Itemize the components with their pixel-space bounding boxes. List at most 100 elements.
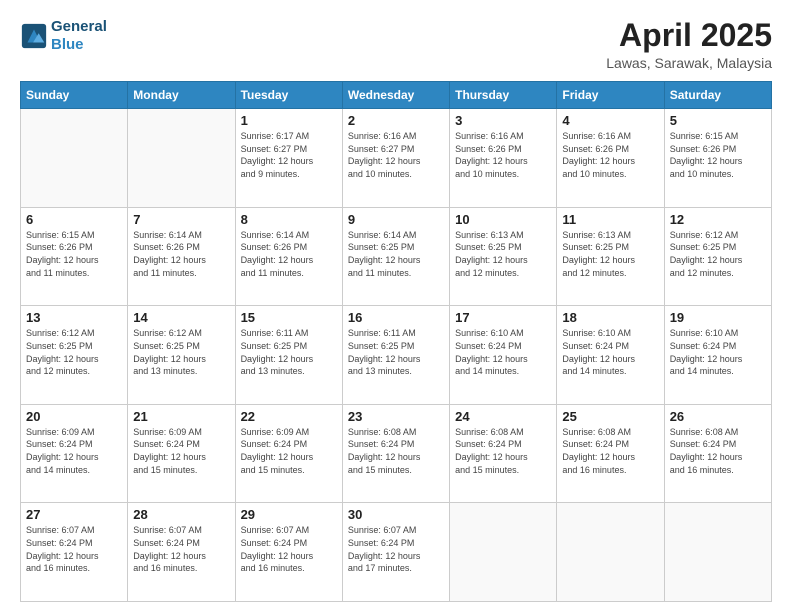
table-row: 3Sunrise: 6:16 AMSunset: 6:26 PMDaylight… <box>450 109 557 208</box>
table-row: 26 Sunrise: 6:08 AMSunset: 6:24 PMDayligh… <box>664 404 771 503</box>
day-info: Sunrise: 6:07 AMSunset: 6:24 PMDaylight:… <box>348 524 444 574</box>
day-info: Sunrise: 6:12 AMSunset: 6:25 PMDaylight:… <box>26 327 122 377</box>
logo: General Blue <box>20 18 107 54</box>
table-row: 7Sunrise: 6:14 AMSunset: 6:26 PMDaylight… <box>128 207 235 306</box>
day-info: Sunrise: 6:10 AMSunset: 6:24 PMDaylight:… <box>562 327 658 377</box>
table-row: 23 Sunrise: 6:08 AMSunset: 6:24 PMDayligh… <box>342 404 449 503</box>
col-saturday: Saturday <box>664 82 771 109</box>
day-info: Sunrise: 6:07 AMSunset: 6:24 PMDaylight:… <box>133 524 229 574</box>
day-info: Sunrise: 6:17 AMSunset: 6:27 PMDaylight:… <box>241 130 337 180</box>
day-info: Sunrise: 6:07 AMSunset: 6:24 PMDaylight:… <box>241 524 337 574</box>
day-number: 20 <box>26 409 122 424</box>
day-info: Sunrise: 6:16 AMSunset: 6:26 PMDaylight:… <box>455 130 551 180</box>
day-number: 13 <box>26 310 122 325</box>
calendar-week-row: 20 Sunrise: 6:09 AMSunset: 6:24 PMDayligh… <box>21 404 772 503</box>
day-info: Sunrise: 6:07 AMSunset: 6:24 PMDaylight:… <box>26 524 122 574</box>
day-info: Sunrise: 6:13 AMSunset: 6:25 PMDaylight:… <box>455 229 551 279</box>
day-number: 11 <box>562 212 658 227</box>
day-number: 10 <box>455 212 551 227</box>
day-number: 7 <box>133 212 229 227</box>
table-row: 18 Sunrise: 6:10 AMSunset: 6:24 PMDayligh… <box>557 306 664 405</box>
day-number: 6 <box>26 212 122 227</box>
table-row: 19 Sunrise: 6:10 AMSunset: 6:24 PMDayligh… <box>664 306 771 405</box>
day-info: Sunrise: 6:09 AMSunset: 6:24 PMDaylight:… <box>241 426 337 476</box>
day-info: Sunrise: 6:08 AMSunset: 6:24 PMDaylight:… <box>562 426 658 476</box>
header: General Blue April 2025 Lawas, Sarawak, … <box>20 18 772 71</box>
day-info: Sunrise: 6:09 AMSunset: 6:24 PMDaylight:… <box>26 426 122 476</box>
day-number: 24 <box>455 409 551 424</box>
day-number: 21 <box>133 409 229 424</box>
day-info: Sunrise: 6:08 AMSunset: 6:24 PMDaylight:… <box>670 426 766 476</box>
day-number: 16 <box>348 310 444 325</box>
day-info: Sunrise: 6:11 AMSunset: 6:25 PMDaylight:… <box>241 327 337 377</box>
col-thursday: Thursday <box>450 82 557 109</box>
table-row: 21 Sunrise: 6:09 AMSunset: 6:24 PMDayligh… <box>128 404 235 503</box>
day-info: Sunrise: 6:09 AMSunset: 6:24 PMDaylight:… <box>133 426 229 476</box>
day-number: 14 <box>133 310 229 325</box>
col-monday: Monday <box>128 82 235 109</box>
day-number: 25 <box>562 409 658 424</box>
calendar-table: Sunday Monday Tuesday Wednesday Thursday… <box>20 81 772 602</box>
table-row <box>557 503 664 602</box>
day-info: Sunrise: 6:12 AMSunset: 6:25 PMDaylight:… <box>670 229 766 279</box>
day-number: 5 <box>670 113 766 128</box>
table-row: 11 Sunrise: 6:13 AMSunset: 6:25 PMDayligh… <box>557 207 664 306</box>
col-sunday: Sunday <box>21 82 128 109</box>
table-row: 17 Sunrise: 6:10 AMSunset: 6:24 PMDayligh… <box>450 306 557 405</box>
table-row: 1 Sunrise: 6:17 AMSunset: 6:27 PMDaylight… <box>235 109 342 208</box>
table-row: 24 Sunrise: 6:08 AMSunset: 6:24 PMDayligh… <box>450 404 557 503</box>
day-number: 23 <box>348 409 444 424</box>
day-number: 30 <box>348 507 444 522</box>
table-row: 9 Sunrise: 6:14 AMSunset: 6:25 PMDaylight… <box>342 207 449 306</box>
day-number: 9 <box>348 212 444 227</box>
calendar-week-row: 6 Sunrise: 6:15 AMSunset: 6:26 PMDaylight… <box>21 207 772 306</box>
day-info: Sunrise: 6:10 AMSunset: 6:24 PMDaylight:… <box>455 327 551 377</box>
table-row: 28Sunrise: 6:07 AMSunset: 6:24 PMDayligh… <box>128 503 235 602</box>
location: Lawas, Sarawak, Malaysia <box>606 55 772 71</box>
table-row: 5Sunrise: 6:15 AMSunset: 6:26 PMDaylight… <box>664 109 771 208</box>
day-number: 8 <box>241 212 337 227</box>
calendar-week-row: 1 Sunrise: 6:17 AMSunset: 6:27 PMDaylight… <box>21 109 772 208</box>
day-number: 1 <box>241 113 337 128</box>
col-tuesday: Tuesday <box>235 82 342 109</box>
page: General Blue April 2025 Lawas, Sarawak, … <box>0 0 792 612</box>
day-number: 18 <box>562 310 658 325</box>
table-row: 14 Sunrise: 6:12 AMSunset: 6:25 PMDayligh… <box>128 306 235 405</box>
table-row: 15 Sunrise: 6:11 AMSunset: 6:25 PMDayligh… <box>235 306 342 405</box>
day-info: Sunrise: 6:14 AMSunset: 6:26 PMDaylight:… <box>241 229 337 279</box>
day-info: Sunrise: 6:16 AMSunset: 6:26 PMDaylight:… <box>562 130 658 180</box>
day-number: 26 <box>670 409 766 424</box>
day-info: Sunrise: 6:12 AMSunset: 6:25 PMDaylight:… <box>133 327 229 377</box>
calendar-week-row: 27Sunrise: 6:07 AMSunset: 6:24 PMDayligh… <box>21 503 772 602</box>
col-wednesday: Wednesday <box>342 82 449 109</box>
day-number: 12 <box>670 212 766 227</box>
day-info: Sunrise: 6:13 AMSunset: 6:25 PMDaylight:… <box>562 229 658 279</box>
table-row: 22 Sunrise: 6:09 AMSunset: 6:24 PMDayligh… <box>235 404 342 503</box>
table-row: 10 Sunrise: 6:13 AMSunset: 6:25 PMDayligh… <box>450 207 557 306</box>
day-number: 15 <box>241 310 337 325</box>
table-row <box>450 503 557 602</box>
calendar-header-row: Sunday Monday Tuesday Wednesday Thursday… <box>21 82 772 109</box>
table-row <box>21 109 128 208</box>
table-row <box>664 503 771 602</box>
day-number: 19 <box>670 310 766 325</box>
day-info: Sunrise: 6:14 AMSunset: 6:25 PMDaylight:… <box>348 229 444 279</box>
table-row: 27Sunrise: 6:07 AMSunset: 6:24 PMDayligh… <box>21 503 128 602</box>
logo-text: General Blue <box>51 18 107 54</box>
logo-icon <box>20 22 48 50</box>
day-info: Sunrise: 6:10 AMSunset: 6:24 PMDaylight:… <box>670 327 766 377</box>
day-number: 22 <box>241 409 337 424</box>
day-info: Sunrise: 6:08 AMSunset: 6:24 PMDaylight:… <box>348 426 444 476</box>
table-row: 25 Sunrise: 6:08 AMSunset: 6:24 PMDayligh… <box>557 404 664 503</box>
day-number: 29 <box>241 507 337 522</box>
day-number: 17 <box>455 310 551 325</box>
month-title: April 2025 <box>606 18 772 53</box>
table-row: 29 Sunrise: 6:07 AMSunset: 6:24 PMDayligh… <box>235 503 342 602</box>
title-area: April 2025 Lawas, Sarawak, Malaysia <box>606 18 772 71</box>
day-info: Sunrise: 6:16 AMSunset: 6:27 PMDaylight:… <box>348 130 444 180</box>
table-row: 30 Sunrise: 6:07 AMSunset: 6:24 PMDayligh… <box>342 503 449 602</box>
day-info: Sunrise: 6:15 AMSunset: 6:26 PMDaylight:… <box>26 229 122 279</box>
day-info: Sunrise: 6:08 AMSunset: 6:24 PMDaylight:… <box>455 426 551 476</box>
table-row: 4Sunrise: 6:16 AMSunset: 6:26 PMDaylight… <box>557 109 664 208</box>
table-row: 16Sunrise: 6:11 AMSunset: 6:25 PMDayligh… <box>342 306 449 405</box>
